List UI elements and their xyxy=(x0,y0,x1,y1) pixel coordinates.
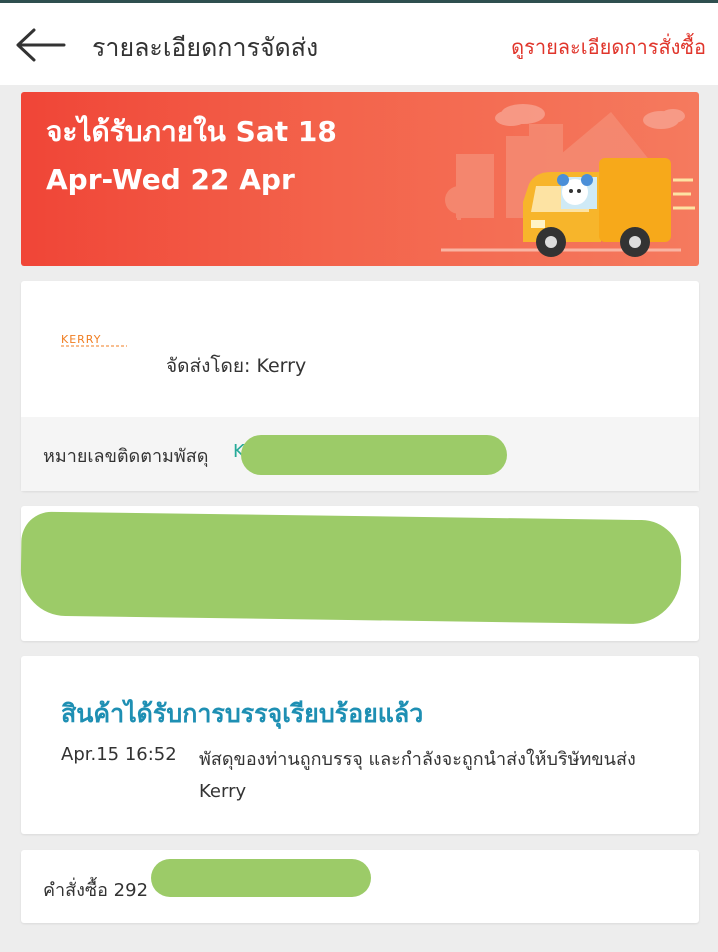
delivery-estimate-banner: จะได้รับภายใน Sat 18 Apr-Wed 22 Apr xyxy=(21,92,699,266)
event-description: พัสดุของท่านถูกบรรจุ และกำลังจะถูกนำส่งใ… xyxy=(199,749,636,802)
redaction-mark xyxy=(20,511,682,625)
redaction-mark xyxy=(151,859,371,897)
page-title: รายละเอียดการจัดส่ง xyxy=(92,33,319,62)
address-card xyxy=(20,506,699,641)
tracking-status-card: สินค้าได้รับการบรรจุเรียบร้อยแล้ว Apr.15… xyxy=(21,656,699,834)
event-time: Apr.15 16:52 xyxy=(61,744,177,765)
order-details-link[interactable]: ดูรายละเอียดการสั่งซื้อ xyxy=(511,31,706,63)
shipping-info-card: KERRY จัดส่งโดย: Kerry หมายเลขติดตามพัสด… xyxy=(21,281,699,491)
order-number-card[interactable]: คำสั่งซื้อ 292 xyxy=(21,850,699,923)
app-header: รายละเอียดการจัดส่ง ดูรายละเอียดการสั่งซ… xyxy=(0,3,718,85)
shipment-status-title: สินค้าได้รับการบรรจุเรียบร้อยแล้ว xyxy=(61,699,424,728)
tracking-number-label: หมายเลขติดตามพัสดุ xyxy=(43,446,209,467)
carrier-name: จัดส่งโดย: Kerry xyxy=(166,355,307,377)
delivery-truck-illustration xyxy=(441,104,695,257)
delivery-estimate-text: จะได้รับภายใน Sat 18 Apr-Wed 22 Apr xyxy=(46,115,337,196)
svg-text:KERRY: KERRY xyxy=(61,333,101,346)
order-number: คำสั่งซื้อ 292 xyxy=(43,880,149,901)
redaction-mark xyxy=(241,435,507,475)
kerry-logo: KERRY xyxy=(61,333,127,347)
back-arrow-icon[interactable] xyxy=(14,27,68,63)
tracking-number-row[interactable]: หมายเลขติดตามพัสดุ K xyxy=(21,417,699,491)
